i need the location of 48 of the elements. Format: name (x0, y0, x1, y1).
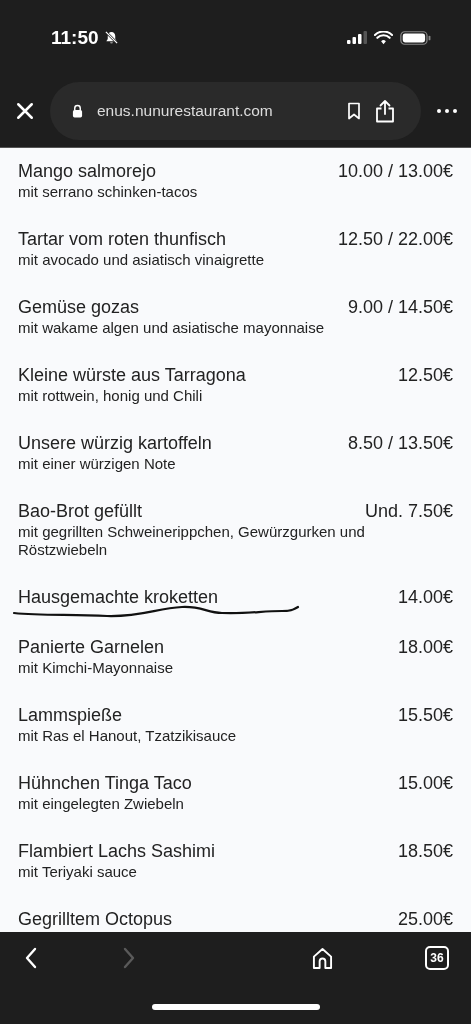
home-icon[interactable] (312, 946, 333, 970)
dish-description: mit einer würzigen Note (18, 455, 177, 473)
dish-price: 12.50 / 22.00€ (337, 229, 453, 250)
dish-price: 10.00 / 13.00€ (337, 161, 453, 182)
dish-description: mit eingelegten Zwiebeln (18, 795, 185, 813)
lock-icon (72, 104, 83, 118)
dish-description: mit gegrillten Schweinerippchen, Gewürzgurken und Röstzwiebeln (18, 523, 366, 559)
dish-description: mit rottwein, honig und Chili (18, 387, 204, 405)
dish-price: 15.50€ (397, 705, 453, 726)
dish-price: 15.00€ (397, 773, 453, 794)
dish-price: 12.50€ (397, 365, 453, 386)
share-icon[interactable] (375, 99, 395, 123)
dish-description: mit Kimchi-Mayonnaise (18, 659, 175, 677)
dish-name: Gemüse gozas (18, 297, 140, 318)
dish-name: Unsere würzig kartoffeln (18, 433, 212, 454)
dish-description: mit Ras el Hanout, Tzatzikisauce (18, 727, 238, 745)
url-text: enus.nunurestaurant.com (97, 102, 274, 120)
dish-price: 8.50 / 13.50€ (347, 433, 453, 454)
wifi-icon (374, 30, 393, 45)
dish-name: Gegrilltem Octopus (18, 909, 173, 930)
dish-name: Hühnchen Tinga Taco (18, 773, 192, 794)
dish-name: Panierte Garnelen (18, 637, 165, 658)
battery-icon (400, 30, 431, 45)
dish-name: Bao-Brot gefüllt (18, 501, 143, 522)
dish-price: 18.50€ (397, 841, 453, 862)
more-icon[interactable] (437, 109, 457, 113)
close-icon[interactable] (16, 102, 34, 120)
tab-count-button[interactable]: 36 (425, 946, 449, 970)
back-icon[interactable] (25, 947, 37, 969)
address-bar[interactable]: enus.nunurestaurant.com (50, 82, 421, 140)
status-time: 11:50 (51, 26, 99, 49)
dish-name: Tartar vom roten thunfisch (18, 229, 227, 250)
dish-price: 25.00€ (397, 909, 453, 930)
dish-name: Hausgemachte kroketten (18, 587, 219, 608)
dish-name: Kleine würste aus Tarragona (18, 365, 246, 386)
dish-name: Mango salmorejo (18, 161, 157, 182)
dish-name: Flambiert Lachs Sashimi (18, 841, 216, 862)
dish-price: 14.00€ (397, 587, 453, 608)
bookmark-icon[interactable] (347, 102, 361, 120)
dish-description: mit wakame algen und asiatische mayonnaise (18, 319, 325, 337)
dish-price: 18.00€ (397, 637, 453, 658)
dish-description: mit serrano schinken-tacos (18, 183, 199, 201)
signal-icon (347, 31, 367, 44)
dish-price: Und. 7.50€ (364, 501, 453, 522)
dish-name: Lammspieße (18, 705, 123, 726)
dish-description: mit avocado und asiatisch vinaigrette (18, 251, 265, 269)
dish-description: mit Teriyaki sauce (18, 863, 138, 881)
dish-price: 9.00 / 14.50€ (347, 297, 453, 318)
